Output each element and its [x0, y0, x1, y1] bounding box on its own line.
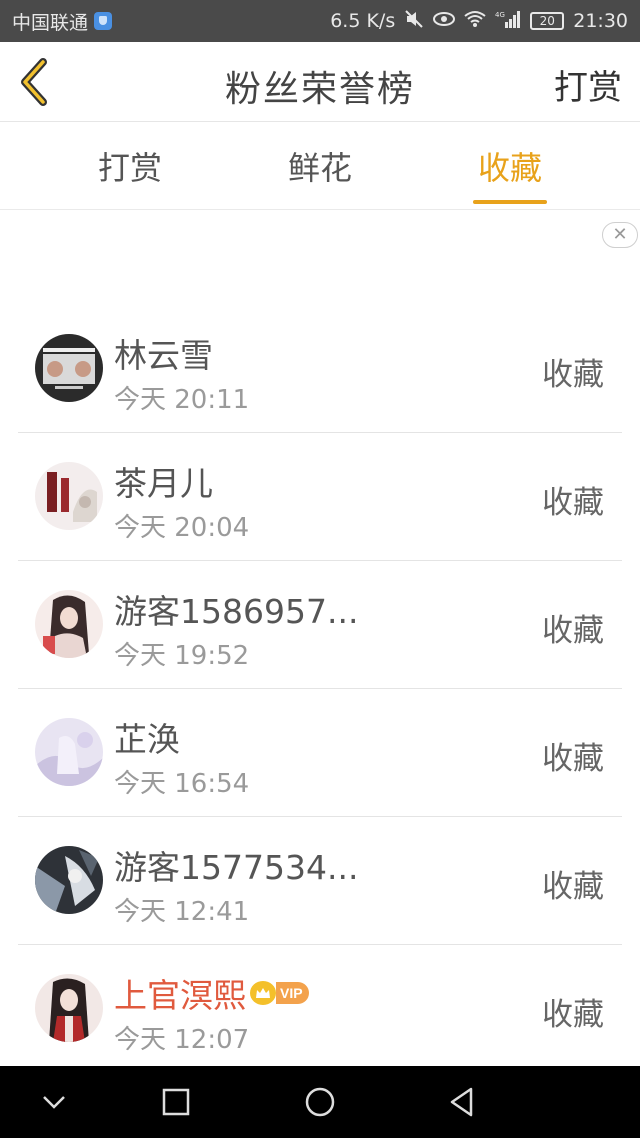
avatar[interactable] [35, 846, 103, 914]
timestamp: 今天 12:41 [114, 897, 250, 927]
action-label: 收藏 [542, 741, 604, 777]
shield-icon [94, 12, 113, 30]
list-item[interactable]: 游客1586957... 今天 19:52 收藏 [18, 561, 622, 689]
battery-level: 20 [539, 14, 555, 28]
signal-icon: 4G [495, 10, 521, 33]
user-name: 上官溟熙 [114, 976, 246, 1015]
circle-icon [305, 1087, 335, 1117]
name-wrap: 林云雪 [114, 329, 213, 377]
timestamp: 今天 12:07 [114, 1025, 250, 1055]
user-name: 游客1577534... [114, 848, 359, 887]
tab-reward-label: 打赏 [97, 149, 162, 187]
tab-flowers-label: 鲜花 [287, 149, 352, 187]
status-left: 中国联通 [12, 8, 113, 35]
timestamp: 今天 19:52 [114, 641, 250, 671]
tab-flowers[interactable]: 鲜花 [260, 122, 380, 210]
user-name: 林云雪 [114, 336, 213, 375]
user-name: 芷涣 [114, 720, 180, 759]
vip-badge: VIP [276, 982, 309, 1004]
eye-icon [433, 11, 456, 32]
avatar[interactable] [35, 334, 103, 402]
name-wrap: 游客1577534... [114, 841, 358, 889]
network-speed: 6.5 K/s [330, 10, 396, 32]
list-item[interactable]: 上官溟熙 VIP 今天 12:07 收藏 [18, 945, 622, 1073]
close-ad-button[interactable]: ✕ [602, 222, 638, 248]
app-header: 粉丝荣誉榜 打赏 [0, 42, 640, 122]
timestamp: 今天 16:54 [114, 769, 250, 799]
list-item[interactable]: 芷涣 今天 16:54 收藏 [18, 689, 622, 817]
action-label: 收藏 [542, 869, 604, 905]
tab-favorites-label: 收藏 [477, 149, 542, 187]
crown-icon [250, 981, 276, 1005]
square-icon [162, 1088, 190, 1116]
avatar[interactable] [35, 462, 103, 530]
user-name: 游客1586957... [114, 592, 359, 631]
reward-header-button[interactable]: 打赏 [554, 60, 622, 109]
name-wrap: 茶月儿 [114, 457, 213, 505]
wifi-icon [464, 10, 486, 33]
name-wrap: 上官溟熙 VIP [114, 969, 309, 1017]
network-type: 4G [495, 11, 505, 19]
timestamp: 今天 20:11 [114, 385, 250, 415]
tab-favorites[interactable]: 收藏 [450, 122, 570, 210]
action-label: 收藏 [542, 485, 604, 521]
system-nav-bar [0, 1066, 640, 1138]
avatar[interactable] [35, 718, 103, 786]
tab-bar: 打赏 鲜花 收藏 [0, 122, 640, 210]
page-title: 粉丝荣誉榜 [224, 69, 415, 110]
avatar[interactable] [35, 974, 103, 1042]
system-back-button[interactable] [444, 1084, 480, 1120]
avatar[interactable] [35, 590, 103, 658]
action-label: 收藏 [542, 357, 604, 393]
recent-apps-button[interactable] [158, 1084, 194, 1120]
user-name: 茶月儿 [114, 464, 213, 503]
tab-reward[interactable]: 打赏 [70, 122, 190, 210]
hide-nav-button[interactable] [36, 1084, 72, 1120]
list-item[interactable]: 林云雪 今天 20:11 收藏 [18, 305, 622, 433]
fan-list: 林云雪 今天 20:11 收藏 茶月儿 今天 20:04 收藏 游客158695… [0, 305, 640, 1073]
chevron-down-icon [43, 1096, 65, 1109]
list-item[interactable]: 游客1577534... 今天 12:41 收藏 [18, 817, 622, 945]
action-label: 收藏 [542, 613, 604, 649]
timestamp: 今天 20:04 [114, 513, 250, 543]
status-bar: 中国联通 6.5 K/s 4G 20 21:30 [0, 0, 640, 42]
action-label: 收藏 [542, 997, 604, 1033]
list-item[interactable]: 茶月儿 今天 20:04 收藏 [18, 433, 622, 561]
close-icon: ✕ [612, 224, 628, 245]
triangle-back-icon [450, 1087, 473, 1117]
home-button[interactable] [302, 1084, 338, 1120]
clock: 21:30 [573, 10, 628, 32]
battery-icon: 20 [530, 12, 565, 30]
name-wrap: 芷涣 [114, 713, 180, 761]
mute-icon [404, 9, 424, 34]
status-right: 6.5 K/s 4G 20 21:30 [330, 9, 628, 34]
carrier-label: 中国联通 [12, 11, 89, 34]
tab-active-indicator [473, 200, 547, 204]
name-wrap: 游客1586957... [114, 585, 358, 633]
